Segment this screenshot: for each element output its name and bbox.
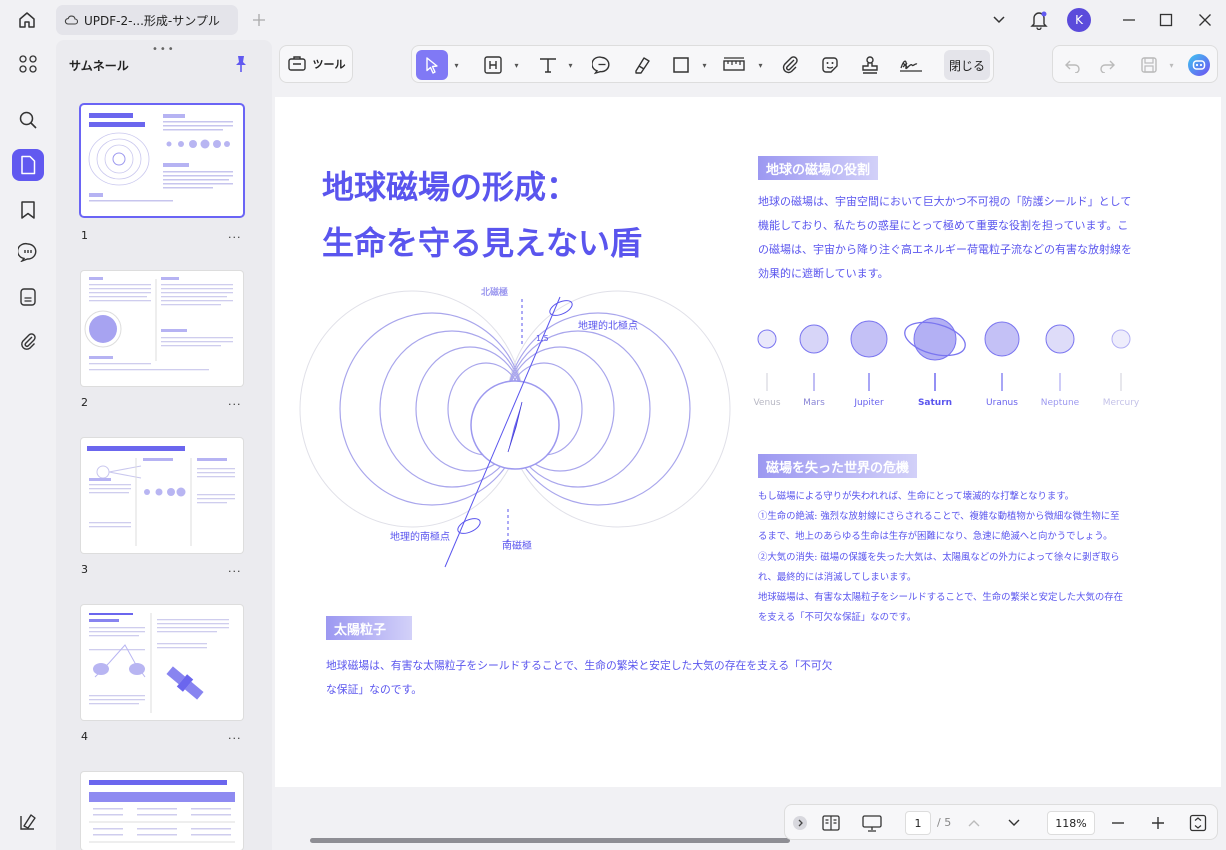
cloud-icon bbox=[64, 14, 78, 26]
layers-icon[interactable] bbox=[12, 806, 44, 838]
thumbnail-more-button[interactable]: ... bbox=[228, 562, 242, 575]
pin-icon[interactable] bbox=[232, 54, 250, 74]
history-toolbar: ▾ bbox=[1052, 45, 1218, 83]
document-page[interactable]: 地球磁場の形成： 生命を守る見えない盾 地球の磁場の役割 地球の磁場は、宇宙空間… bbox=[275, 97, 1221, 787]
reading-mode-icon[interactable] bbox=[819, 811, 843, 835]
planet-label: Mercury bbox=[1102, 398, 1140, 408]
section-heading: 太陽粒子 bbox=[326, 616, 412, 640]
home-icon[interactable] bbox=[14, 8, 40, 32]
thumbnail-page-icon[interactable] bbox=[12, 149, 44, 181]
thumbnail-page-number: 3 bbox=[81, 563, 88, 576]
chevron-down-icon[interactable]: ▾ bbox=[1163, 50, 1177, 80]
new-tab-icon[interactable] bbox=[250, 10, 268, 30]
current-page-input[interactable]: 1 bbox=[905, 811, 931, 835]
thumbnail-page-number: 1 bbox=[81, 229, 88, 242]
annotation-toolbar: ▾ ▾ ▾ ▾ ▾ 閉じる bbox=[411, 45, 994, 83]
section-paragraph: 地球の磁場は、宇宙空間において巨大かつ不可視の「防護シールド」として 機能してお… bbox=[758, 195, 1132, 280]
page-title: 地球磁場の形成： 生命を守る見えない盾 bbox=[322, 168, 643, 262]
thumbnail-more-button[interactable]: ... bbox=[228, 395, 242, 408]
redo-icon[interactable] bbox=[1095, 50, 1119, 80]
left-rail bbox=[6, 40, 50, 850]
title-bar: UPDF-2-...形成-サンプル K bbox=[0, 0, 1226, 40]
thumbnail-more-button[interactable]: ... bbox=[228, 729, 242, 742]
chevron-down-icon[interactable]: ▾ bbox=[508, 50, 522, 80]
close-icon[interactable] bbox=[1194, 9, 1216, 31]
avatar[interactable]: K bbox=[1067, 8, 1091, 32]
select-tool-icon[interactable] bbox=[416, 50, 448, 80]
attachment-tool-icon[interactable] bbox=[776, 50, 804, 80]
page-thumbnail-1[interactable] bbox=[81, 105, 243, 216]
planet-label: Saturn bbox=[917, 398, 953, 408]
presentation-icon[interactable] bbox=[859, 811, 885, 835]
horizontal-scrollbar[interactable] bbox=[310, 838, 790, 843]
bell-icon[interactable] bbox=[1028, 9, 1050, 31]
signature-tool-icon[interactable] bbox=[896, 50, 926, 80]
bookmark-icon[interactable] bbox=[12, 194, 44, 226]
page-navigation-bar: 1 / 5 118% bbox=[784, 804, 1218, 840]
tab-title: UPDF-2-...形成-サンプル bbox=[84, 13, 220, 28]
north-magnetic-pole-label: 北磁極 bbox=[481, 286, 508, 298]
chevron-down-icon[interactable] bbox=[988, 9, 1010, 31]
apps-icon[interactable] bbox=[12, 48, 44, 80]
highlight-tool-icon[interactable] bbox=[480, 50, 506, 80]
total-pages: / 5 bbox=[937, 816, 952, 829]
stamp-tool-icon[interactable] bbox=[856, 50, 884, 80]
shape-tool-icon[interactable] bbox=[668, 50, 694, 80]
minimize-icon[interactable] bbox=[1118, 9, 1140, 31]
page-thumbnail-4[interactable] bbox=[81, 605, 243, 720]
geographic-south-label: 地理的南極点 bbox=[390, 530, 450, 543]
chevron-down-icon[interactable]: ▾ bbox=[752, 50, 766, 80]
section-heading: 地球の磁場の役割 bbox=[758, 156, 879, 180]
section-heading: 磁場を失った世界の危機 bbox=[758, 454, 918, 478]
planet-label: Neptune bbox=[1040, 398, 1080, 408]
planet-label: Jupiter bbox=[854, 398, 884, 408]
close-tools-button[interactable]: 閉じる bbox=[944, 50, 990, 80]
text-tool-icon[interactable] bbox=[536, 50, 560, 80]
geographic-north-label: 地理的北極点 bbox=[578, 319, 638, 332]
planet-chart bbox=[757, 317, 1131, 391]
panel-title: サムネール bbox=[69, 59, 129, 73]
tools-button[interactable]: ツール bbox=[279, 45, 353, 83]
south-magnetic-pole-label: 南磁極 bbox=[502, 539, 532, 552]
eraser-tool-icon[interactable] bbox=[628, 50, 656, 80]
zoom-level[interactable]: 118% bbox=[1047, 811, 1095, 835]
collapse-arrow-icon[interactable] bbox=[791, 811, 809, 835]
chevron-down-icon[interactable]: ▾ bbox=[448, 50, 462, 80]
search-icon[interactable] bbox=[12, 104, 44, 136]
toolbox-icon bbox=[287, 54, 307, 75]
magnetic-field-diagram: 北磁極 地理的北極点 1.5 地理的南極点 南磁極 bbox=[299, 286, 731, 568]
zoom-in-icon[interactable] bbox=[1147, 811, 1169, 835]
page-thumbnail-2[interactable] bbox=[81, 271, 243, 386]
measure-tool-icon[interactable] bbox=[720, 50, 748, 80]
section-paragraph: もし磁場による守りが失われれば、生命にとって壊滅的な打撃となります。 ①生命の絶… bbox=[758, 491, 1123, 624]
zoom-out-icon[interactable] bbox=[1107, 811, 1129, 835]
undo-icon[interactable] bbox=[1061, 50, 1085, 80]
thumbnail-page-number: 4 bbox=[81, 730, 88, 743]
previous-page-icon[interactable] bbox=[963, 811, 985, 835]
comment-tool-icon[interactable] bbox=[588, 50, 616, 80]
thumbnail-panel: ••• サムネール 1 ... 2 ... 3 ... 4 ... bbox=[56, 40, 272, 850]
section-paragraph: 地球磁場は、有害な太陽粒子をシールドすることで、生命の繁栄と安定した大気の存在を… bbox=[326, 659, 833, 696]
thumbnail-more-button[interactable]: ... bbox=[228, 228, 242, 241]
drag-handle-icon[interactable]: ••• bbox=[152, 44, 176, 55]
tilt-angle-label: 1.5 bbox=[536, 334, 549, 343]
ai-assistant-icon[interactable] bbox=[1185, 50, 1213, 80]
document-tab[interactable]: UPDF-2-...形成-サンプル bbox=[56, 5, 238, 35]
attachment-icon[interactable] bbox=[12, 325, 44, 357]
fit-page-icon[interactable] bbox=[1187, 811, 1209, 835]
thumbnail-page-number: 2 bbox=[81, 396, 88, 409]
page-thumbnail-5[interactable] bbox=[81, 772, 243, 850]
save-icon[interactable] bbox=[1137, 50, 1161, 80]
maximize-icon[interactable] bbox=[1155, 9, 1177, 31]
chevron-down-icon[interactable]: ▾ bbox=[696, 50, 710, 80]
tools-label: ツール bbox=[312, 58, 346, 71]
form-icon[interactable] bbox=[12, 281, 44, 313]
comment-icon[interactable] bbox=[12, 236, 44, 268]
next-page-icon[interactable] bbox=[1003, 811, 1025, 835]
chevron-down-icon[interactable]: ▾ bbox=[562, 50, 576, 80]
sticker-tool-icon[interactable] bbox=[816, 50, 844, 80]
page-thumbnail-3[interactable] bbox=[81, 438, 243, 553]
